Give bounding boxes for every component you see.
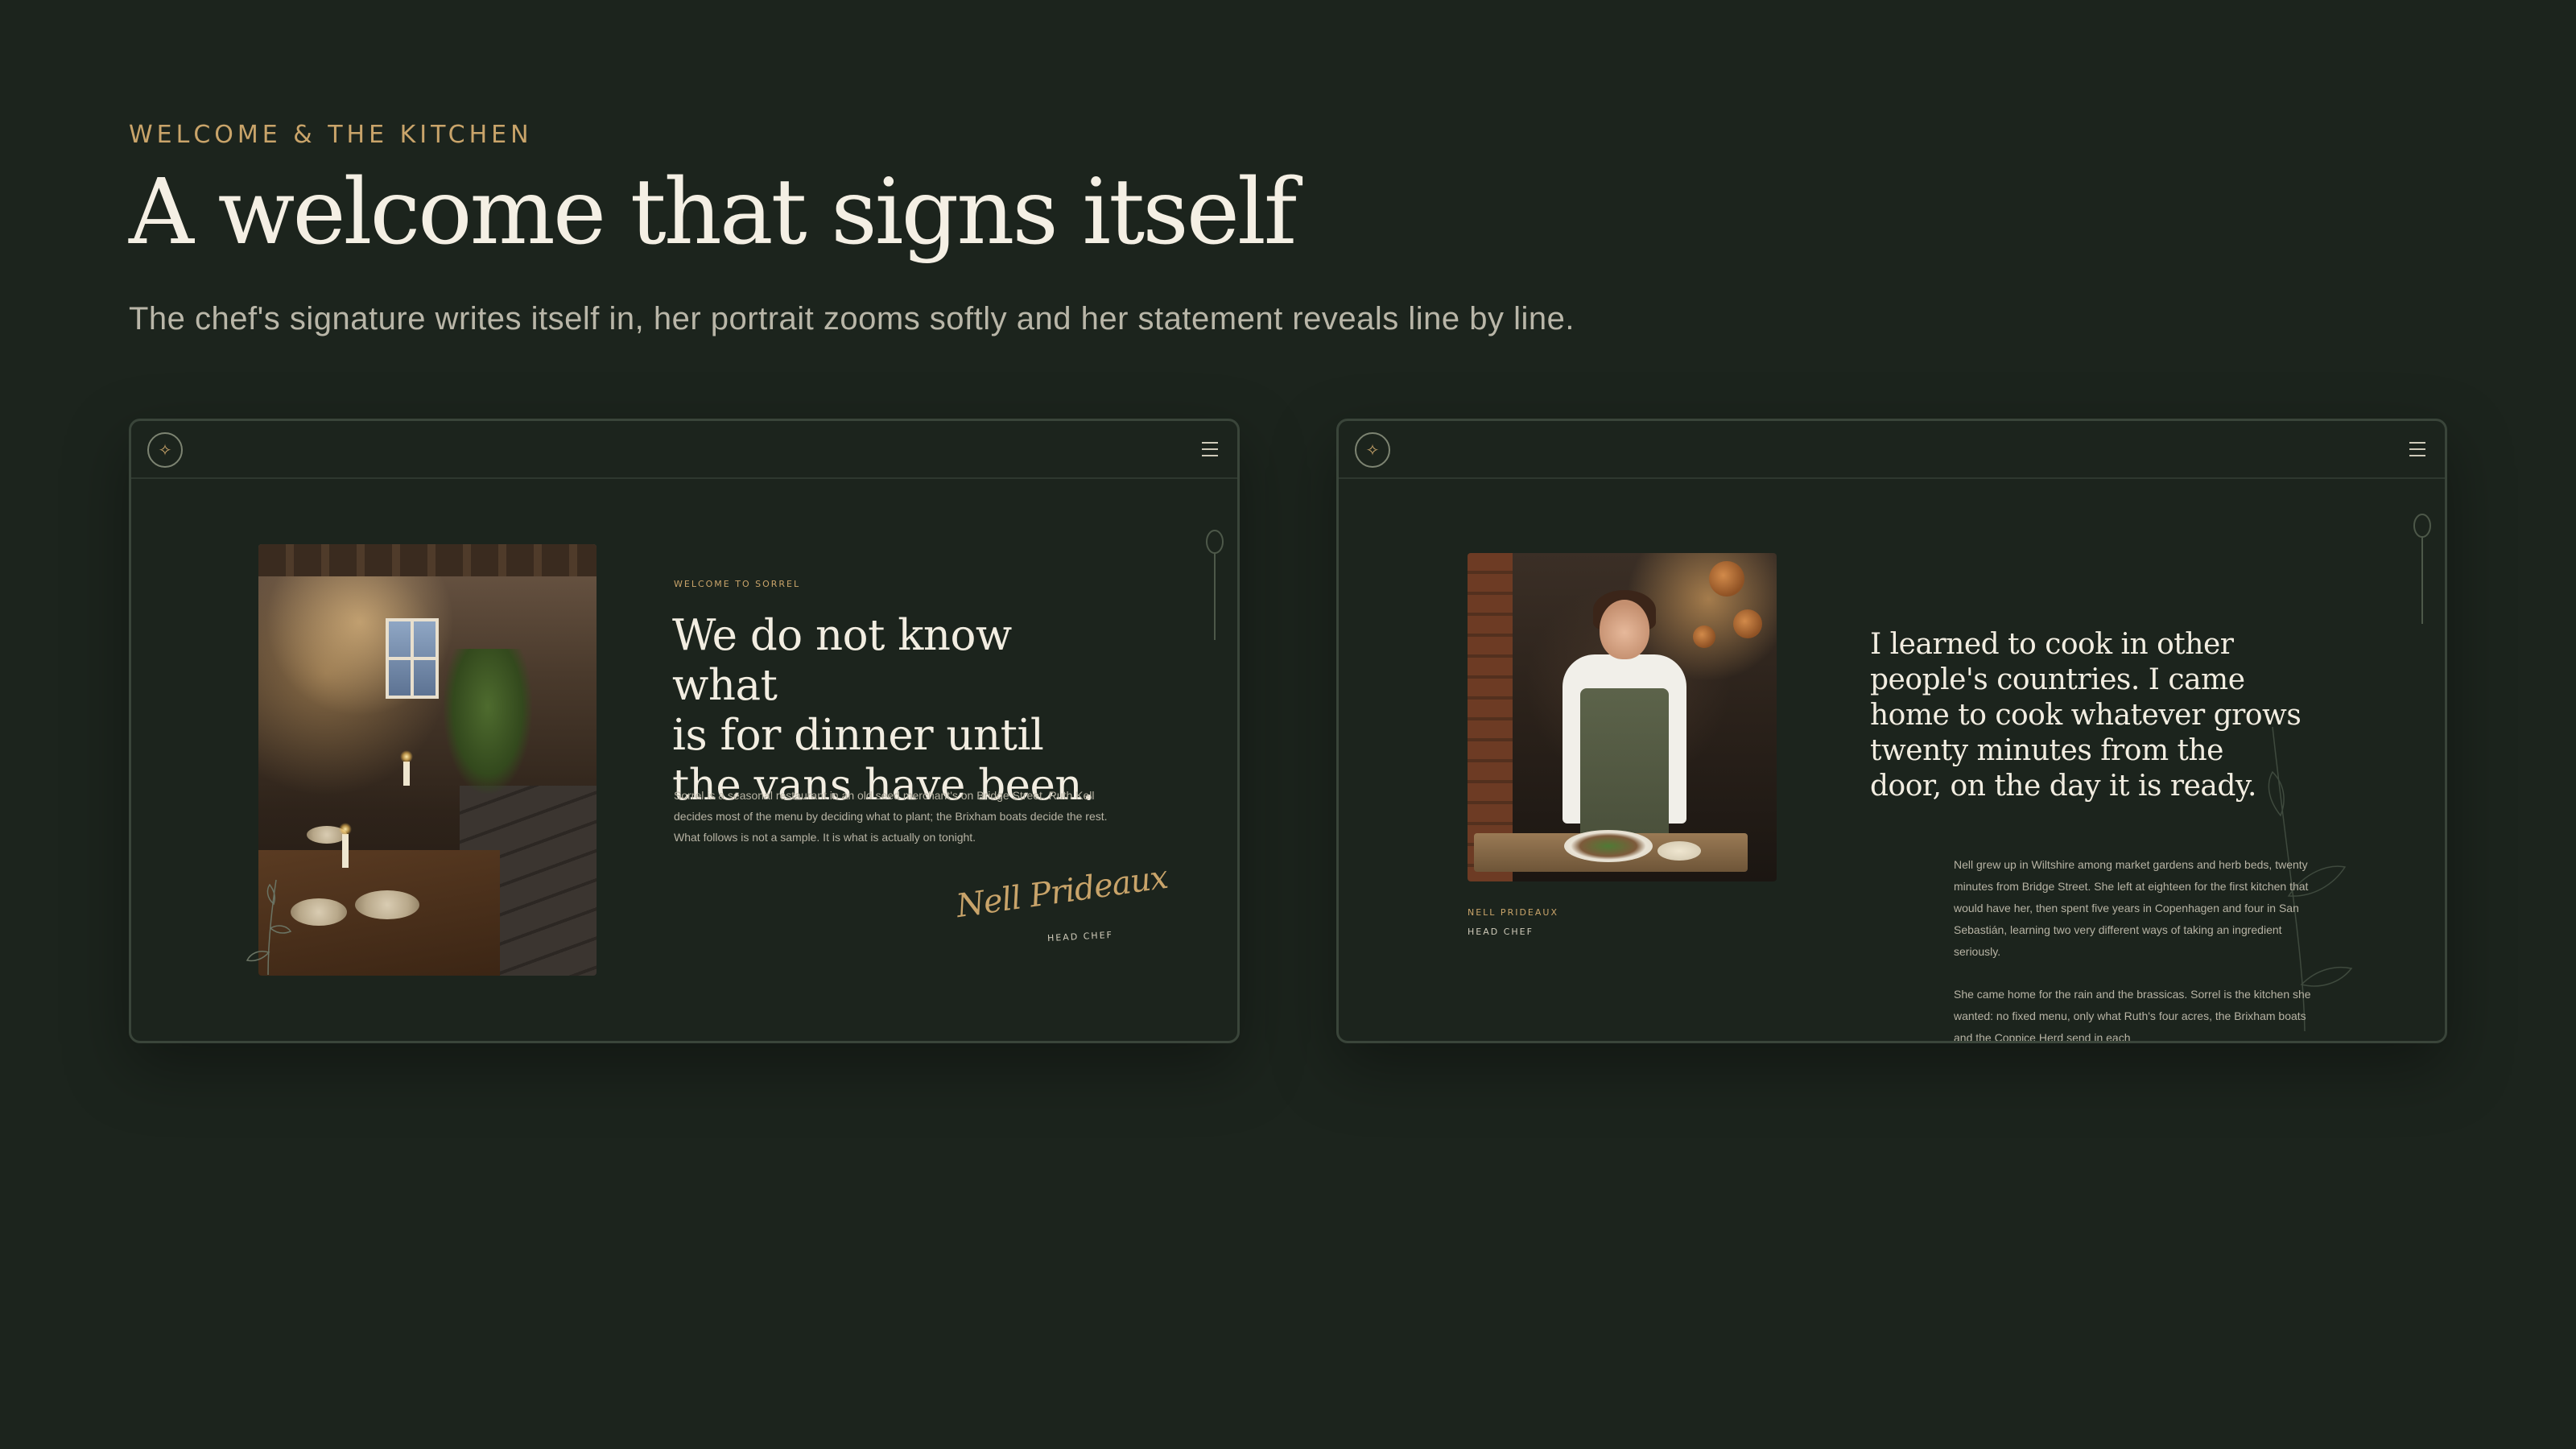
quote-line: people's countries. I came (1870, 663, 2245, 696)
quote-line: twenty minutes from the (1870, 734, 2223, 767)
eyebrow: WELCOME & THE KITCHEN (129, 121, 533, 149)
chef-portrait-photo (1468, 553, 1777, 881)
page-subtitle: The chef's signature writes itself in, h… (129, 301, 1575, 337)
chef-bio: Nell grew up in Wiltshire among market g… (1954, 854, 2324, 1043)
quote-line: door, on the day it is ready. (1870, 770, 2256, 803)
plated-dish (1564, 830, 1653, 862)
quote-line: home to cook whatever grows (1870, 699, 2301, 732)
page-title: A welcome that signs itself (129, 160, 1297, 265)
bio-paragraph: She came home for the rain and the brass… (1954, 988, 2311, 1043)
dining-room-photo (258, 544, 597, 976)
spoon-icon (1206, 530, 1224, 640)
welcome-body: Sorrel is a seasonal restaurant in an ol… (674, 789, 1108, 844)
window (386, 618, 439, 699)
sprig-icon (246, 879, 292, 976)
spoon-icon (2413, 514, 2431, 624)
statement-line: is for dinner until (672, 711, 1044, 760)
menu-icon[interactable] (2409, 442, 2425, 456)
statement-line: We do not know what (672, 611, 1012, 710)
welcome-preview-frame: ✧ WELCOME TO SORREL We do not know what … (129, 419, 1240, 1043)
chef-signature: Nell Prideaux (954, 858, 1170, 926)
chef-quote: I learned to cook in other people's coun… (1870, 627, 2305, 804)
logo-mark-icon[interactable]: ✧ (1355, 432, 1390, 468)
frame-navbar: ✧ (1339, 421, 2445, 479)
kitchen-preview-frame: ✧ NELL PRIDEAUX HEAD CHEF I learned to c… (1336, 419, 2447, 1043)
welcome-statement: We do not know what is for dinner until … (672, 611, 1123, 811)
chef-face (1600, 600, 1649, 659)
chef-name: NELL PRIDEAUX (1468, 907, 1558, 918)
quote-line: I learned to cook in other (1870, 628, 2234, 661)
menu-icon[interactable] (1202, 442, 1218, 456)
page-header: WELCOME & THE KITCHEN A welcome that sig… (129, 121, 2463, 337)
plant (444, 649, 532, 794)
kicker-label: WELCOME TO SORREL (674, 579, 801, 589)
frame-navbar: ✧ (131, 421, 1237, 479)
logo-mark-icon[interactable]: ✧ (147, 432, 183, 468)
bio-paragraph: Nell grew up in Wiltshire among market g… (1954, 858, 2309, 958)
signature-role: HEAD CHEF (1046, 929, 1114, 944)
chef-role: HEAD CHEF (1468, 927, 1534, 937)
